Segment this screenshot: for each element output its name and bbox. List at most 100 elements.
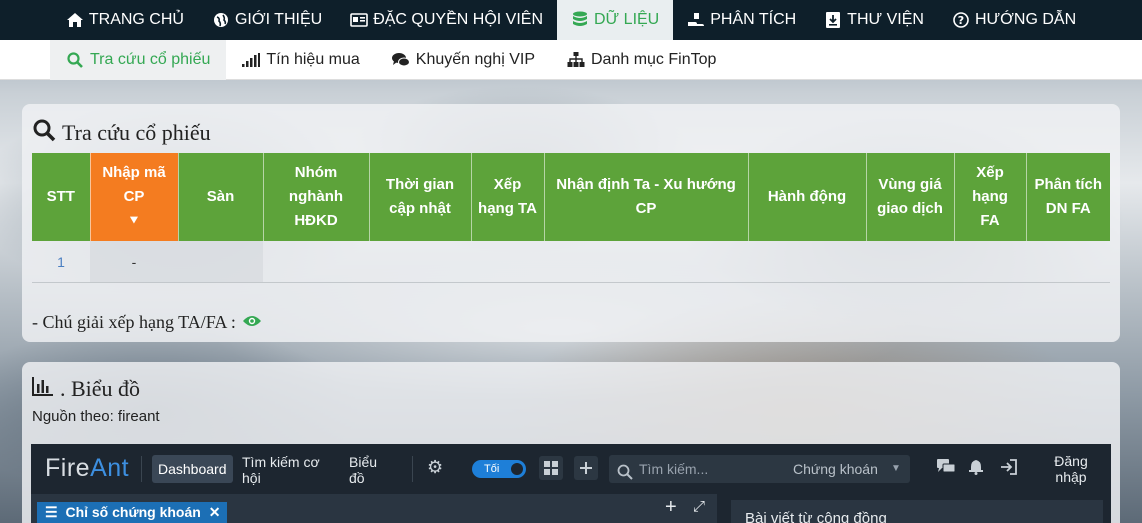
divider	[412, 456, 413, 482]
divider	[141, 456, 142, 482]
cell-fa-analysis	[1026, 241, 1110, 282]
globe-icon	[212, 11, 230, 29]
nav-item-data[interactable]: DỮ LIỆU	[557, 0, 674, 40]
fireant-toolbar: FireAnt Dashboard Tìm kiếm cơ hội Biểu đ…	[31, 444, 1111, 492]
panel-title: Tra cứu cổ phiếu	[32, 118, 211, 148]
nav-item-label: ĐẶC QUYỀN HỘI VIÊN	[373, 11, 543, 28]
nav-item-home[interactable]: TRANG CHỦ	[52, 0, 198, 40]
col-header-stt: STT	[32, 153, 91, 241]
cell-ta-rank	[471, 241, 544, 282]
subnav-item-fintop[interactable]: Danh mục FinTop	[551, 40, 732, 80]
opportunity-search-link[interactable]: Tìm kiếm cơ hội	[242, 454, 334, 486]
stock-lookup-table: STT Nhập mã CP ⯆ Sàn Nhóm nghành HĐKD Th…	[32, 153, 1110, 282]
subnav-item-label: Tín hiệu mua	[266, 50, 360, 68]
nav-item-about[interactable]: GIỚI THIỆU	[198, 0, 336, 40]
col-header-label: Nhập mã CP	[102, 164, 166, 205]
search-icon	[66, 51, 84, 69]
panel-title-text: . Biểu đồ	[60, 376, 141, 401]
sitemap-icon	[567, 51, 585, 69]
toggle-label: Tối	[484, 463, 500, 475]
tab-market-index[interactable]: ☰ Chỉ số chứng khoán ✕	[37, 502, 227, 523]
sign-in-icon[interactable]	[1000, 459, 1018, 480]
nav-item-analysis[interactable]: PHÂN TÍCH	[673, 0, 810, 40]
fireant-embed: FireAnt Dashboard Tìm kiếm cơ hội Biểu đ…	[31, 444, 1111, 523]
login-link[interactable]: Đăng nhập	[1051, 453, 1091, 485]
col-header-code-input[interactable]: Nhập mã CP ⯆	[90, 153, 179, 241]
expand-icon[interactable]: ⤢	[693, 498, 705, 515]
legend-text: - Chú giải xếp hạng TA/FA :	[32, 312, 236, 332]
subnav-item-label: Tra cứu cổ phiếu	[90, 50, 211, 68]
search-icon	[617, 461, 633, 489]
grid-icon[interactable]	[539, 456, 563, 485]
add-icon[interactable]: +	[665, 496, 677, 519]
market-index-pane: ☰ Chỉ số chứng khoán ✕ + ⤢	[31, 494, 717, 523]
col-header-price-zone: Vùng giá giao dịch	[866, 153, 955, 241]
dark-mode-toggle[interactable]: Tối	[472, 460, 526, 478]
gear-icon[interactable]: ⚙	[427, 457, 443, 478]
subnav-item-label: Danh mục FinTop	[591, 50, 717, 68]
logo-part: Ant	[90, 454, 130, 482]
nav-item-membership[interactable]: ĐẶC QUYỀN HỘI VIÊN	[336, 0, 557, 40]
cell-exchange	[178, 241, 263, 282]
hamburger-icon: ☰	[45, 504, 58, 520]
search-scope-select[interactable]: Chứng khoán	[793, 455, 878, 483]
nav-item-label: DỮ LIỆU	[594, 11, 660, 28]
search-placeholder: Tìm kiếm...	[639, 461, 709, 477]
bar-chart-icon	[32, 376, 54, 402]
divider	[32, 282, 1110, 283]
source-note: Nguồn theo: fireant	[32, 408, 160, 425]
nav-item-library[interactable]: THƯ VIỆN	[810, 0, 938, 40]
cell-update-time	[369, 241, 471, 282]
signal-icon	[242, 51, 261, 69]
hand-coins-icon	[687, 11, 705, 29]
cell-code[interactable]: -	[90, 241, 178, 282]
subnav-item-stock-lookup[interactable]: Tra cứu cổ phiếu	[50, 39, 227, 80]
cell-price-zone	[866, 241, 954, 282]
community-posts-pane: Bài viết từ cộng đồng	[731, 500, 1103, 523]
home-icon	[66, 11, 84, 29]
close-icon[interactable]: ✕	[209, 504, 221, 520]
comments-icon	[391, 51, 410, 69]
cell-action	[748, 241, 866, 282]
nav-item-label: HƯỚNG DẪN	[974, 11, 1077, 28]
nav-item-guide[interactable]: ? HƯỚNG DẪN	[938, 0, 1090, 40]
dashboard-button[interactable]: Dashboard	[152, 455, 233, 483]
pane-title: Bài viết từ cộng đồng	[745, 510, 887, 523]
chat-icon[interactable]	[937, 459, 956, 480]
cell-industry	[263, 241, 369, 282]
bell-icon[interactable]	[968, 459, 984, 480]
col-header-update-time: Thời gian cập nhật	[369, 153, 472, 241]
panel-title-text: Tra cứu cổ phiếu	[62, 120, 211, 145]
cell-stt: 1	[57, 253, 65, 270]
add-icon[interactable]	[574, 456, 598, 485]
chevron-double-down-icon: ⯆	[128, 213, 140, 228]
nav-item-label: GIỚI THIỆU	[234, 11, 323, 28]
chart-link[interactable]: Biểu đồ	[349, 454, 389, 486]
id-card-icon	[350, 11, 368, 29]
subnav-item-buy-signal[interactable]: Tín hiệu mua	[226, 40, 375, 80]
question-circle-icon: ?	[952, 11, 970, 29]
col-header-ta-trend: Nhận định Ta - Xu hướng CP	[544, 153, 749, 241]
svg-text:?: ?	[958, 14, 964, 27]
col-header-industry: Nhóm nghành HĐKD	[263, 153, 370, 241]
col-header-exchange: Sàn	[178, 153, 264, 241]
caret-down-icon: ▼	[891, 463, 901, 474]
eye-icon[interactable]	[242, 312, 262, 333]
cell-fa-rank	[954, 241, 1026, 282]
search-box[interactable]: Tìm kiếm... Chứng khoán ▼	[609, 455, 910, 483]
toggle-knob	[511, 463, 523, 475]
search-icon	[32, 118, 56, 148]
stock-lookup-panel: Tra cứu cổ phiếu STT Nhập mã CP ⯆ Sàn Nh…	[22, 104, 1120, 342]
download-icon	[824, 11, 842, 29]
nav-item-label: TRANG CHỦ	[88, 11, 184, 28]
subnav-item-vip[interactable]: Khuyến nghị VIP	[376, 40, 551, 80]
cell-ta-trend	[544, 241, 748, 282]
sub-navigation: Tra cứu cổ phiếu Tín hiệu mua Khuyến ngh…	[0, 39, 1142, 80]
table-row: 1 -	[32, 241, 1110, 282]
database-icon	[571, 11, 589, 29]
tab-label: Chỉ số chứng khoán	[65, 504, 201, 520]
top-navigation: TRANG CHỦ GIỚI THIỆU ĐẶC QUYỀN HỘI VIÊN …	[0, 0, 1142, 40]
subnav-item-label: Khuyến nghị VIP	[415, 50, 535, 68]
nav-item-label: THƯ VIỆN	[847, 11, 924, 28]
fireant-logo[interactable]: FireAnt	[45, 454, 129, 483]
